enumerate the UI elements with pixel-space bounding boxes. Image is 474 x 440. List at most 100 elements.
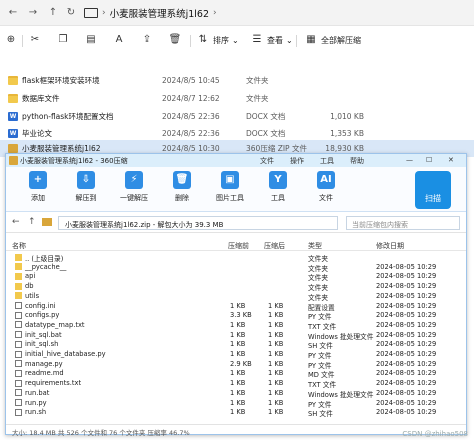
row-name: init_sql.sh xyxy=(25,340,59,349)
zip-row[interactable]: manage.py 2.9 KB 1 KB PY 文件 2024-08-05 10:29 xyxy=(6,359,466,370)
menu-help[interactable]: 帮助 xyxy=(350,156,364,166)
row-after: 1 KB xyxy=(268,359,284,368)
extract-all-label: 全部解压缩 xyxy=(321,35,361,45)
zip-row[interactable]: .. (上级目录) 文件夹 xyxy=(6,252,466,263)
zip-window: 小麦服装管理系统j1l62 - 360压缩 文件 操作 工具 帮助 — ☐ ✕ … xyxy=(5,153,467,437)
file-row[interactable]: 数据库文件 2024/8/7 12:62 文件夹 xyxy=(0,90,474,107)
close-icon[interactable]: ✕ xyxy=(448,156,454,164)
delete-button[interactable]: 🗑 删除 xyxy=(162,171,202,203)
divider xyxy=(22,35,23,47)
cut-button[interactable]: ✂ xyxy=(28,33,42,47)
zip-path-text: 小麦服装管理系统j1l62.zip - 解包大小为 39.3 MB xyxy=(65,221,224,229)
zip-row[interactable]: configs.py 3.3 KB 1 KB PY 文件 2024-08-05 10:2… xyxy=(6,310,466,321)
zip-row[interactable]: initial_hive_database.py 1 KB 1 KB PY 文件 202… xyxy=(6,349,466,360)
breadcrumb[interactable]: › 小麦服装管理系统j1l62 › xyxy=(84,4,217,22)
chevron-down-icon: ⌄ xyxy=(232,35,239,45)
zip-row[interactable]: init_sql.bat 1 KB 1 KB Windows 批处理文件 2024-08… xyxy=(6,330,466,341)
tool-label: 删除 xyxy=(175,194,189,202)
col-type[interactable]: 类型 xyxy=(308,241,322,251)
file-date: 2024/8/5 22:36 xyxy=(162,112,220,121)
back-arrow-icon[interactable]: ← xyxy=(6,6,20,20)
up-arrow-icon[interactable]: ↑ xyxy=(46,6,60,20)
sort-button[interactable]: ⇅ 排序 ⌄ xyxy=(196,33,239,47)
menu-tools[interactable]: 工具 xyxy=(320,156,334,166)
zip-row[interactable]: utils 文件夹 2024-08-05 10:29 xyxy=(6,291,466,302)
file-icon xyxy=(15,360,22,368)
file-row[interactable]: W python-flask环境配置文档 2024/8/5 22:36 DOCX… xyxy=(0,108,474,125)
col-name[interactable]: 名称 xyxy=(12,241,26,251)
up-arrow-icon[interactable]: ↑ xyxy=(28,217,36,227)
one-click-extract-button[interactable]: ⚡ 一键解压 xyxy=(114,171,154,203)
view-button[interactable]: ☰ 查看 ⌄ xyxy=(250,33,293,47)
tool-label: 图片工具 xyxy=(216,194,244,202)
chevron-right-icon: › xyxy=(213,8,217,18)
row-after: 1 KB xyxy=(268,379,284,388)
new-icon: ⊕ xyxy=(6,34,16,45)
image-tool-button[interactable]: ▣ 图片工具 xyxy=(210,171,250,203)
forward-arrow-icon[interactable]: → xyxy=(26,6,40,20)
zip-row[interactable]: requirements.txt 1 KB 1 KB TXT 文件 2024-08-05… xyxy=(6,378,466,389)
maximize-icon[interactable]: ☐ xyxy=(426,156,432,164)
scan-label: 扫描 xyxy=(425,194,441,203)
row-after: 1 KB xyxy=(268,388,284,397)
trash-icon: 🗑 xyxy=(168,34,182,45)
row-date: 2024-08-05 10:29 xyxy=(376,388,437,397)
extract-to-button[interactable]: ⇩ 解压到 xyxy=(66,171,106,203)
row-name: run.py xyxy=(25,398,47,407)
zip-titlebar: 小麦服装管理系统j1l62 - 360压缩 文件 操作 工具 帮助 — ☐ ✕ xyxy=(6,154,466,167)
zip-search-input[interactable]: 当前压缩包内搜索 xyxy=(346,216,460,230)
file-row[interactable]: flask框架环境安装环境 2024/8/5 10:45 文件夹 xyxy=(0,72,474,89)
row-name: run.bat xyxy=(25,388,50,397)
zip-row[interactable]: datatype_map.txt 1 KB 1 KB TXT 文件 2024-08-05… xyxy=(6,320,466,331)
row-before: 3.3 KB xyxy=(230,311,252,320)
zip-window-title: 小麦服装管理系统j1l62 - 360压缩 xyxy=(20,157,128,165)
row-name: run.sh xyxy=(25,408,47,417)
zip-path-field[interactable]: 小麦服装管理系统j1l62.zip - 解包大小为 39.3 MB xyxy=(58,216,338,230)
divider xyxy=(296,35,297,47)
file-icon xyxy=(15,311,22,319)
rename-button[interactable]: A xyxy=(112,33,126,47)
row-type: SH 文件 xyxy=(308,410,333,419)
folder-icon xyxy=(15,282,22,290)
breadcrumb-current[interactable]: 小麦服装管理系统j1l62 xyxy=(110,6,209,20)
menu-file[interactable]: 文件 xyxy=(260,156,274,166)
file-date: 2024/8/5 22:36 xyxy=(162,129,220,138)
zip-row[interactable]: db 文件夹 2024-08-05 10:29 xyxy=(6,281,466,292)
folder-icon xyxy=(15,253,22,261)
menu-operate[interactable]: 操作 xyxy=(290,156,304,166)
zip-row[interactable]: init_sql.sh 1 KB 1 KB SH 文件 2024-08-05 10:29 xyxy=(6,339,466,350)
col-before[interactable]: 压缩前 xyxy=(228,241,249,251)
zip-column-header: 名称 压缩前 压缩后 类型 修改日期 xyxy=(6,240,466,251)
paste-button[interactable]: ▤ xyxy=(84,33,98,47)
row-date: 2024-08-05 10:29 xyxy=(376,398,437,407)
ai-file-button[interactable]: AI 文件 xyxy=(306,171,346,203)
add-button[interactable]: + 添加 xyxy=(18,171,58,203)
row-date: 2024-08-05 10:29 xyxy=(376,291,437,300)
zip-row[interactable]: run.bat 1 KB 1 KB Windows 批处理文件 2024-08-05 1… xyxy=(6,388,466,399)
back-arrow-icon[interactable]: ← xyxy=(12,217,20,227)
zip-row[interactable]: __pycache__ 文件夹 2024-08-05 10:29 xyxy=(6,262,466,273)
zip-row[interactable]: config.ini 1 KB 1 KB 配置设置 2024-08-05 10:29 xyxy=(6,301,466,312)
scan-button[interactable]: 扫描 xyxy=(415,171,451,209)
minimize-icon[interactable]: — xyxy=(406,156,413,164)
extract-all-button[interactable]: ▦ 全部解压缩 xyxy=(304,33,361,47)
file-icon xyxy=(15,379,22,387)
new-button[interactable]: ⊕ xyxy=(4,33,18,47)
explorer-titlebar: ← → ↑ ↻ › 小麦服装管理系统j1l62 › xyxy=(0,0,474,26)
copy-button[interactable]: ❐ xyxy=(56,33,70,47)
zip-row[interactable]: run.sh 1 KB 1 KB SH 文件 2024-08-05 10:29 xyxy=(6,407,466,419)
zip-status-bar: 大小: 18.4 MB 共 526 个文件和 76 个文件夹 压缩率 46.7% xyxy=(6,424,466,437)
zip-row[interactable]: api 文件夹 2024-08-05 10:29 xyxy=(6,271,466,282)
col-after[interactable]: 压缩后 xyxy=(264,241,285,251)
col-date[interactable]: 修改日期 xyxy=(376,241,404,251)
file-name: 毕业论文 xyxy=(22,129,52,138)
row-after: 1 KB xyxy=(268,320,284,329)
delete-button[interactable]: 🗑 xyxy=(168,33,182,47)
file-icon xyxy=(15,399,22,406)
share-button[interactable]: ⇪ xyxy=(140,33,154,47)
zip-row[interactable]: run.py 1 KB 1 KB PY 文件 2024-08-05 10:29 xyxy=(6,398,466,409)
tools-button[interactable]: Y 工具 xyxy=(258,171,298,203)
zip-toolbar: + 添加 ⇩ 解压到 ⚡ 一键解压 🗑 删除 ▣ 图片工具 Y 工具 AI 文件 扫描 xyxy=(6,167,466,212)
refresh-icon[interactable]: ↻ xyxy=(64,6,78,20)
zip-row[interactable]: readme.md 1 KB 1 KB MD 文件 2024-08-05 10:29 xyxy=(6,368,466,379)
